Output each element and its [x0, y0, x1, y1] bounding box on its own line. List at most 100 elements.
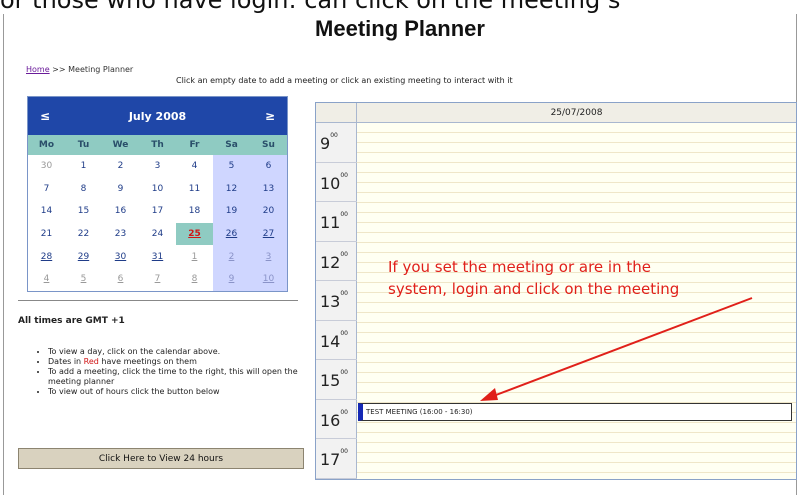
month-calendar: ≤ July 2008 ≥ Mo Tu We Th Fr Sa Su 30 1 …: [27, 96, 288, 292]
calendar-day[interactable]: 2: [102, 155, 139, 178]
calendar-day[interactable]: 29: [65, 245, 102, 268]
weekday-label: Su: [262, 140, 275, 150]
minute-label: 00: [340, 250, 348, 258]
calendar-day[interactable]: 26: [213, 222, 250, 246]
calendar-day[interactable]: 30: [28, 155, 65, 178]
calendar-days-grid: 30 1 2 3 4 5 6 7 8 9 10 11 12 13 14 15 1…: [28, 155, 287, 291]
calendar-day[interactable]: 3: [139, 155, 176, 178]
hour-label: 9: [320, 134, 331, 153]
view-24-hours-button[interactable]: Click Here to View 24 hours: [18, 448, 304, 469]
calendar-day[interactable]: 4: [176, 155, 213, 178]
hour-label: 11: [320, 213, 341, 232]
weekday-label: Tu: [77, 140, 90, 150]
hour-slot[interactable]: 900: [316, 123, 357, 163]
minute-label: 00: [340, 448, 348, 455]
help-note: To view out of hours click the button be…: [48, 387, 306, 397]
hour-label: 13: [320, 292, 341, 311]
calendar-day[interactable]: 20: [250, 200, 287, 223]
weekday-label: We: [112, 140, 129, 150]
calendar-day[interactable]: 6: [250, 155, 287, 178]
prev-month-arrow-icon[interactable]: ≤: [40, 109, 50, 123]
calendar-day[interactable]: 30: [102, 245, 139, 268]
breadcrumb: Home >> Meeting Planner: [26, 65, 133, 74]
top-banner-text: or those who have login: can click on th…: [0, 0, 621, 14]
calendar-day[interactable]: 9: [213, 267, 250, 291]
calendar-day[interactable]: 22: [65, 223, 102, 246]
minute-label: 00: [340, 171, 348, 179]
calendar-day[interactable]: 9: [102, 178, 139, 201]
weekday-label: Mo: [38, 140, 55, 150]
calendar-weekday-row: Mo Tu We Th Fr Sa Su: [28, 135, 287, 155]
calendar-day[interactable]: 13: [250, 177, 287, 201]
calendar-day[interactable]: 10: [139, 178, 176, 201]
calendar-day[interactable]: 4: [28, 268, 65, 291]
calendar-day[interactable]: 19: [213, 200, 250, 223]
calendar-day[interactable]: 1: [65, 155, 102, 178]
help-note: Dates in Red have meetings on them: [48, 357, 306, 367]
calendar-day-selected[interactable]: 25: [176, 222, 213, 246]
calendar-day[interactable]: 8: [65, 178, 102, 201]
calendar-day[interactable]: 23: [102, 223, 139, 246]
calendar-day[interactable]: 10: [250, 267, 287, 291]
calendar-day[interactable]: 5: [65, 268, 102, 291]
calendar-day[interactable]: 11: [176, 178, 213, 201]
calendar-day[interactable]: 5: [213, 155, 250, 178]
calendar-day[interactable]: 3: [250, 245, 287, 268]
hour-slot[interactable]: 1400: [316, 321, 357, 360]
minute-label: 00: [340, 290, 348, 297]
calendar-day[interactable]: 18: [176, 200, 213, 223]
hour-label: 14: [320, 331, 341, 351]
minute-label: 00: [340, 408, 348, 416]
calendar-header: ≤ July 2008 ≥: [28, 97, 287, 135]
help-notes-list: To view a day, click on the calendar abo…: [36, 347, 306, 397]
weekday-label: Sa: [225, 140, 238, 150]
hour-slot[interactable]: 1100: [316, 202, 357, 242]
help-note-text: have meetings on them: [98, 357, 197, 366]
calendar-day[interactable]: 17: [139, 200, 176, 223]
calendar-day[interactable]: 14: [28, 200, 65, 223]
calendar-day[interactable]: 31: [139, 245, 176, 268]
day-date-header: 25/07/2008: [357, 103, 796, 123]
hour-slot[interactable]: 1000: [316, 163, 357, 202]
calendar-day[interactable]: 7: [139, 268, 176, 291]
hour-slot[interactable]: 1600: [316, 400, 357, 439]
breadcrumb-current: >> Meeting Planner: [52, 65, 134, 74]
day-header-corner: [316, 103, 357, 123]
annotation-line: If you set the meeting or are in the: [388, 258, 651, 276]
hour-slot[interactable]: 1200: [316, 242, 357, 281]
calendar-day[interactable]: 7: [28, 178, 65, 201]
page-title: Meeting Planner: [315, 16, 485, 41]
calendar-day[interactable]: 6: [102, 268, 139, 291]
hour-label: 10: [320, 173, 341, 193]
calendar-day[interactable]: 1: [176, 245, 213, 268]
calendar-day[interactable]: 12: [213, 177, 250, 201]
time-slots-area[interactable]: [357, 123, 796, 479]
calendar-day[interactable]: 8: [176, 268, 213, 291]
hour-slot[interactable]: 1700: [316, 439, 357, 479]
weekday-label: Th: [151, 140, 164, 150]
minute-label: 00: [330, 132, 338, 139]
calendar-day[interactable]: 24: [139, 223, 176, 246]
calendar-day[interactable]: 2: [213, 245, 250, 268]
hour-slot[interactable]: 1300: [316, 281, 357, 321]
hour-label: 16: [320, 410, 341, 430]
next-month-arrow-icon[interactable]: ≥: [265, 109, 275, 123]
help-note-red-word: Red: [83, 357, 99, 366]
meeting-entry[interactable]: TEST MEETING (16:00 - 16:30): [358, 403, 792, 421]
calendar-day[interactable]: 16: [102, 200, 139, 223]
minute-label: 00: [340, 211, 348, 218]
hour-label: 17: [320, 450, 341, 469]
help-note-text: Dates in: [48, 357, 84, 366]
help-note: To add a meeting, click the time to the …: [48, 367, 306, 387]
annotation-text: If you set the meeting or are in the sys…: [388, 256, 679, 300]
calendar-day[interactable]: 27: [250, 222, 287, 246]
calendar-day[interactable]: 21: [28, 223, 65, 246]
minute-label: 00: [340, 369, 348, 376]
calendar-day[interactable]: 28: [28, 245, 65, 268]
instruction-text: Click an empty date to add a meeting or …: [176, 76, 513, 85]
calendar-month-title: July 2008: [128, 109, 187, 123]
hour-label: 12: [320, 252, 341, 272]
hour-slot[interactable]: 1500: [316, 360, 357, 400]
breadcrumb-home-link[interactable]: Home: [26, 65, 50, 74]
calendar-day[interactable]: 15: [65, 200, 102, 223]
